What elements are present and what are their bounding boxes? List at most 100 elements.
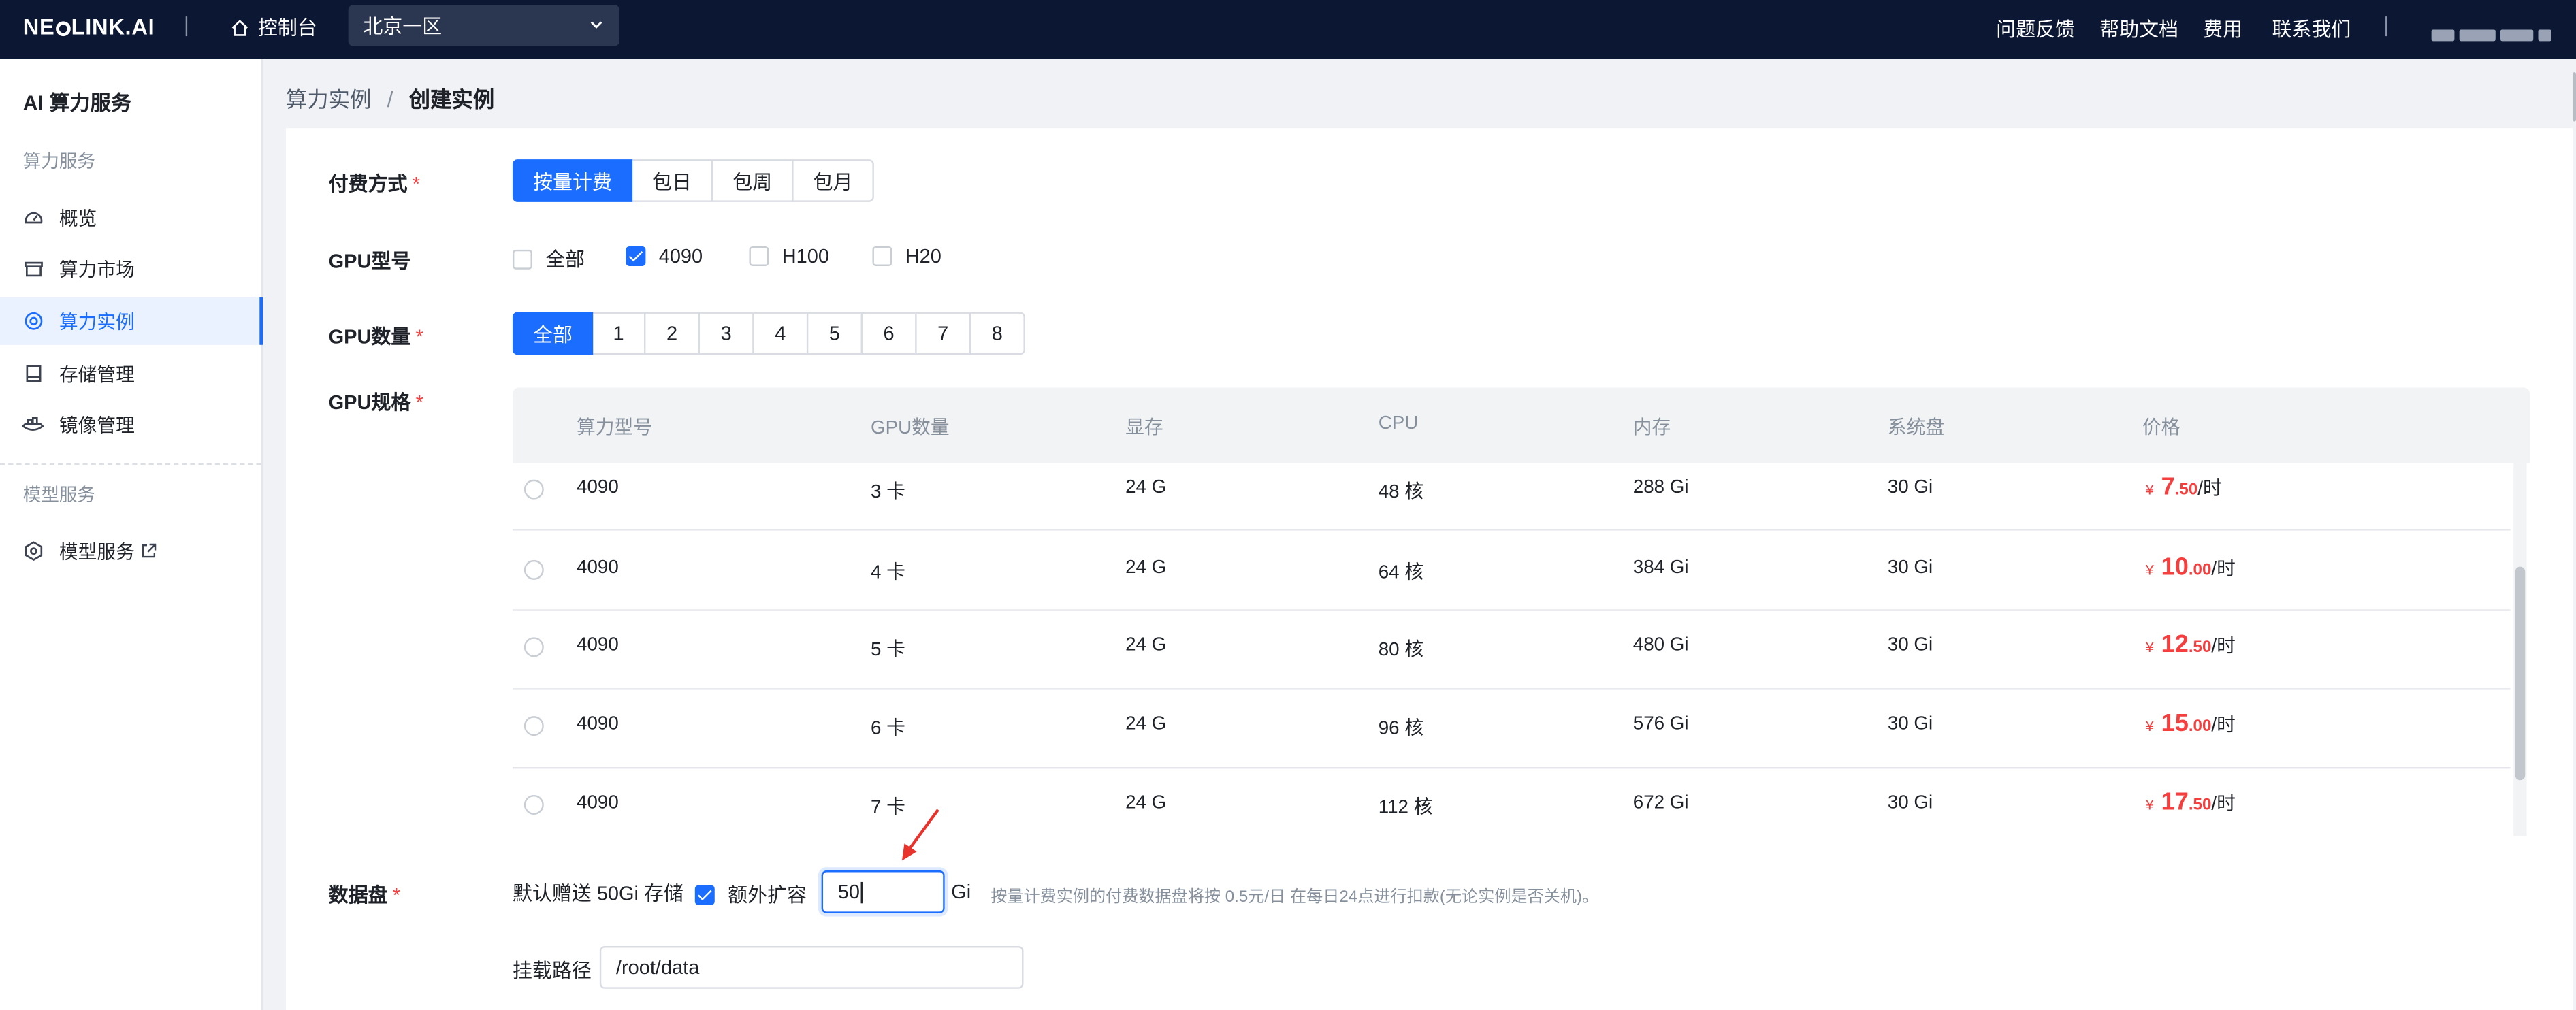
billing-option-payg[interactable]: 按量计费 bbox=[512, 159, 633, 202]
region-select[interactable]: 北京一区 bbox=[348, 5, 619, 46]
cell-disk: 30 Gi bbox=[1887, 558, 1933, 579]
table-row[interactable]: 4090 4 卡 24 G 64 核 384 Gi 30 Gi ¥ 10.00/… bbox=[512, 530, 2511, 611]
sidebar-item-image[interactable]: 镜像管理 bbox=[0, 401, 261, 449]
account-menu[interactable] bbox=[2431, 21, 2563, 42]
gpu-count-option[interactable]: 7 bbox=[915, 312, 971, 355]
cell-model: 4090 bbox=[577, 478, 619, 498]
table-row[interactable]: 4090 3 卡 24 G 48 核 288 Gi 30 Gi ¥ 7.50/时 bbox=[512, 450, 2511, 531]
gpu-model-h100-checkbox[interactable]: H100 bbox=[749, 244, 829, 268]
table-scrollbar[interactable] bbox=[2513, 463, 2527, 836]
cell-cpu: 64 核 bbox=[1378, 563, 1424, 583]
gpu-count-option[interactable]: 6 bbox=[860, 312, 917, 355]
gpu-model-all-checkbox[interactable]: 全部 bbox=[512, 245, 585, 273]
image-icon bbox=[21, 413, 44, 436]
sidebar-group-label: 模型服务 bbox=[22, 486, 95, 506]
breadcrumb-parent[interactable]: 算力实例 bbox=[286, 87, 372, 112]
gpu-count-option[interactable]: 1 bbox=[591, 312, 646, 355]
gpu-spec-table: 算力型号 GPU数量 显存 CPU 内存 系统盘 价格 4090 3 卡 24 … bbox=[512, 387, 2530, 836]
cell-model: 4090 bbox=[577, 635, 619, 655]
checkbox-box[interactable] bbox=[872, 246, 892, 266]
row-radio[interactable] bbox=[524, 795, 544, 815]
gpu-model-label: GPU型号 bbox=[328, 249, 411, 273]
mount-path-value: /root/data bbox=[615, 956, 700, 979]
sidebar-item-overview[interactable]: 概览 bbox=[0, 194, 261, 242]
sidebar-item-model-service[interactable]: 模型服务 bbox=[0, 527, 261, 575]
divider bbox=[185, 16, 188, 37]
row-radio[interactable] bbox=[524, 716, 544, 736]
gpu-model-4090-checkbox[interactable]: 4090 bbox=[626, 245, 703, 267]
console-link[interactable]: 控制台 bbox=[230, 13, 317, 41]
gpu-count-option[interactable]: 4 bbox=[752, 312, 809, 355]
sidebar-group-label: 算力服务 bbox=[22, 152, 95, 173]
gpu-count-segmented: 全部 1 2 3 4 5 6 7 8 bbox=[512, 312, 1025, 355]
feedback-link[interactable]: 问题反馈 bbox=[1996, 15, 2075, 43]
table-row[interactable]: 4090 6 卡 24 G 96 核 576 Gi 30 Gi ¥ 15.00/… bbox=[512, 688, 2511, 769]
model-icon bbox=[21, 540, 44, 563]
gpu-count-option[interactable]: 8 bbox=[969, 312, 1025, 355]
gpu-model-h20-checkbox[interactable]: H20 bbox=[872, 244, 941, 268]
scrollbar-thumb[interactable] bbox=[2515, 566, 2526, 781]
cell-mem: 576 Gi bbox=[1632, 714, 1689, 734]
help-docs-link[interactable]: 帮助文档 bbox=[2099, 15, 2178, 43]
mount-path-label: 挂载路径 bbox=[512, 959, 592, 983]
extra-expansion-checkbox[interactable]: 额外扩容 bbox=[694, 881, 807, 909]
table-row[interactable]: 4090 7 卡 24 G 112 核 672 Gi 30 Gi ¥ 17.50… bbox=[513, 767, 2511, 836]
cell-model: 4090 bbox=[577, 558, 619, 579]
checkbox-box[interactable] bbox=[694, 884, 715, 905]
sidebar-title: AI 算力服务 bbox=[22, 92, 132, 115]
gpu-count-option[interactable]: 3 bbox=[698, 312, 754, 355]
billing-note: 按量计费实例的付费数据盘将按 0.5元/日 在每日24点进行扣款(无论实例是否关… bbox=[991, 888, 1599, 907]
page-scrollbar[interactable] bbox=[2573, 72, 2576, 122]
market-icon bbox=[21, 257, 44, 280]
top-navbar: NE LINK.AI 控制台 北京一区 问题反馈 帮助文档 费用 联系我们 bbox=[0, 0, 2576, 59]
table-row[interactable]: 4090 5 卡 24 G 80 核 480 Gi 30 Gi ¥ 12.50/… bbox=[512, 609, 2511, 690]
checkbox-box[interactable] bbox=[512, 248, 532, 269]
billing-link[interactable]: 费用 bbox=[2203, 15, 2242, 43]
column-header: GPU数量 bbox=[871, 419, 950, 439]
cell-vram: 24 G bbox=[1125, 714, 1167, 734]
breadcrumb-current: 创建实例 bbox=[408, 86, 495, 112]
cell-vram: 24 G bbox=[1125, 635, 1167, 655]
logo[interactable]: NE LINK.AI bbox=[23, 15, 155, 39]
column-header: CPU bbox=[1378, 414, 1419, 434]
cell-gpus: 6 卡 bbox=[871, 719, 905, 739]
gpu-spec-label: GPU规格 * bbox=[328, 391, 423, 414]
gpu-count-option-all[interactable]: 全部 bbox=[512, 312, 594, 355]
cell-disk: 30 Gi bbox=[1887, 793, 1933, 813]
checkbox-label: 全部 bbox=[545, 248, 585, 272]
cell-cpu: 96 核 bbox=[1378, 719, 1424, 739]
cell-mem: 288 Gi bbox=[1632, 478, 1689, 498]
cell-model: 4090 bbox=[577, 793, 619, 813]
billing-option-weekly[interactable]: 包周 bbox=[711, 159, 794, 202]
contact-us-link[interactable]: 联系我们 bbox=[2272, 15, 2351, 43]
row-radio[interactable] bbox=[524, 479, 544, 500]
sidebar-divider bbox=[0, 463, 261, 465]
checkbox-box[interactable] bbox=[749, 246, 769, 266]
cell-gpus: 3 卡 bbox=[871, 483, 905, 503]
gpu-count-label: GPU数量 * bbox=[328, 325, 423, 348]
sidebar-item-market[interactable]: 算力市场 bbox=[0, 245, 261, 293]
cell-model: 4090 bbox=[577, 714, 619, 734]
checkbox-label: H100 bbox=[782, 244, 829, 268]
cell-price: ¥ 15.00/时 bbox=[2145, 709, 2236, 738]
row-radio[interactable] bbox=[524, 559, 544, 580]
mount-path-input[interactable]: /root/data bbox=[599, 946, 1024, 989]
disk-size-input[interactable]: 50 bbox=[821, 870, 945, 913]
sidebar-item-label: 模型服务 bbox=[59, 542, 135, 563]
sidebar-item-storage[interactable]: 存储管理 bbox=[0, 350, 261, 397]
billing-option-daily[interactable]: 包日 bbox=[630, 159, 713, 202]
sidebar-item-label: 算力实例 bbox=[59, 312, 135, 333]
billing-option-monthly[interactable]: 包月 bbox=[792, 159, 874, 202]
row-radio[interactable] bbox=[524, 637, 544, 657]
default-storage-text: 默认赠送 50Gi 存储 bbox=[512, 881, 683, 905]
cell-price: ¥ 10.00/时 bbox=[2145, 553, 2236, 582]
cell-disk: 30 Gi bbox=[1887, 714, 1933, 734]
home-icon bbox=[231, 18, 248, 35]
gpu-count-option[interactable]: 2 bbox=[644, 312, 701, 355]
cell-cpu: 80 核 bbox=[1378, 640, 1424, 661]
checkbox-label: H20 bbox=[905, 244, 941, 268]
checkbox-box[interactable] bbox=[626, 246, 646, 266]
storage-icon bbox=[21, 362, 44, 385]
sidebar-item-instance[interactable]: 算力实例 bbox=[0, 297, 263, 345]
gpu-count-option[interactable]: 5 bbox=[806, 312, 863, 355]
